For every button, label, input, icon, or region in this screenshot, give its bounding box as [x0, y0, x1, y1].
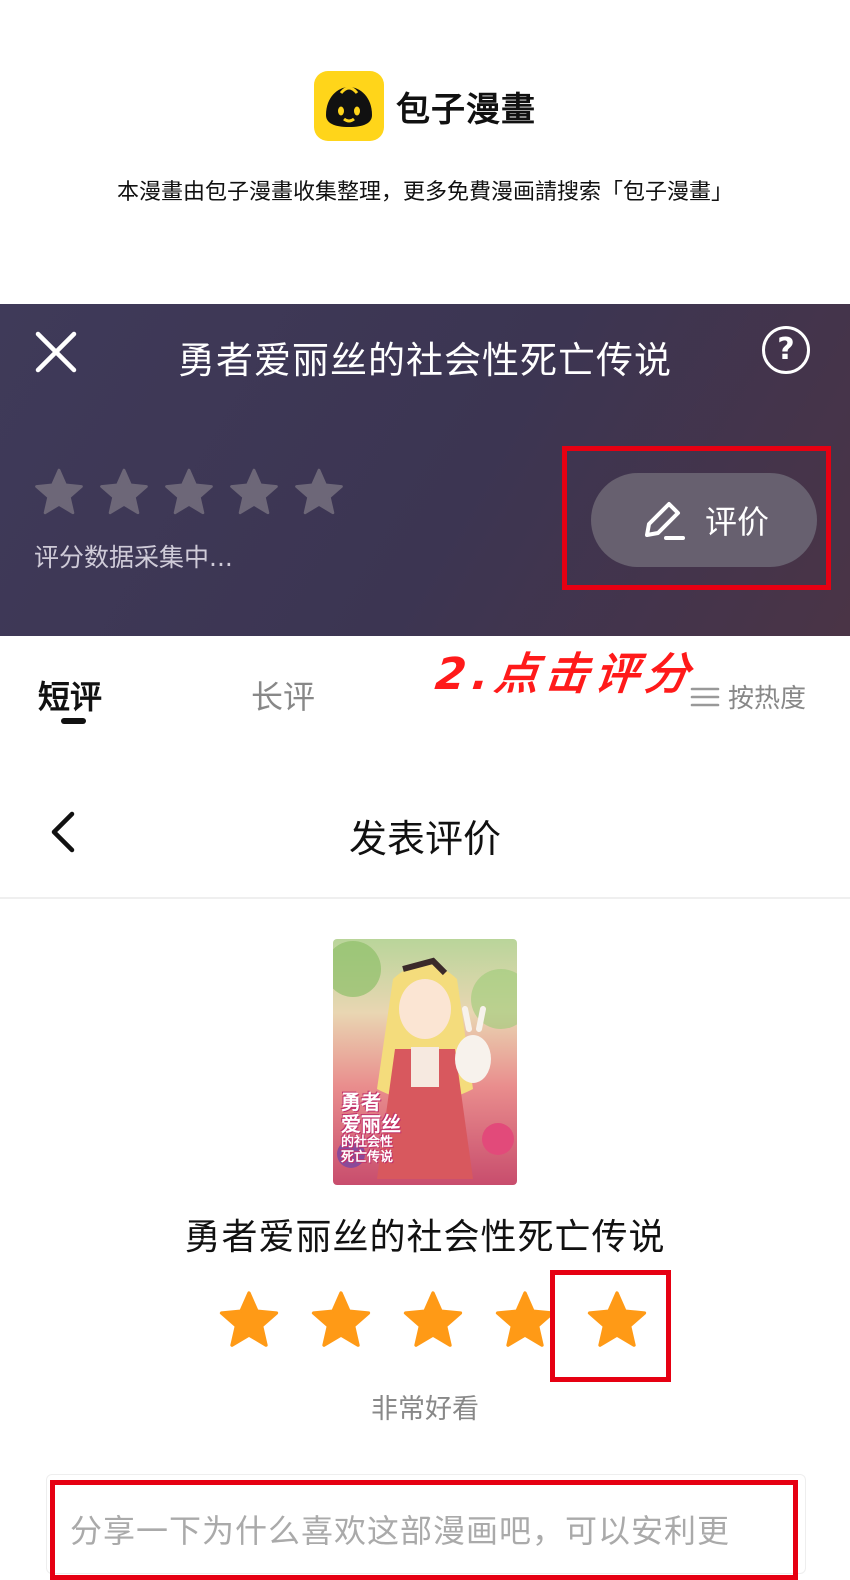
sort-button[interactable]: 按热度: [690, 678, 806, 715]
header-title: 勇者爱丽丝的社会性死亡传说: [178, 339, 672, 382]
brand-notice: 本漫畫由包子漫畫收集整理，更多免費漫画請搜索「包子漫畫」: [116, 180, 733, 205]
star-icon: [165, 468, 213, 515]
rating-status: 评分数据采集中...: [34, 543, 233, 572]
star-icon: [295, 468, 343, 515]
star-icon: [35, 468, 83, 515]
highlight-comment-box: [50, 1480, 798, 1580]
cover-title-art: 勇者 爱丽丝 的社会性 死亡传说: [341, 1090, 401, 1165]
divider: [0, 897, 850, 899]
publish-review-title: 发表评价: [348, 817, 501, 861]
active-tab-indicator: [61, 718, 86, 724]
highlight-rate-button: [562, 446, 831, 590]
help-button[interactable]: ?: [762, 326, 810, 374]
brand-header: 包子漫畫: [0, 70, 850, 142]
tab-short-review[interactable]: 短评: [38, 672, 102, 718]
rating-label: 非常好看: [371, 1394, 479, 1425]
tutorial-annotation: 2.点击评分: [432, 649, 698, 700]
baozi-logo-icon: [314, 71, 384, 141]
rating-star-3-icon[interactable]: [400, 1288, 466, 1354]
rating-star-1-icon[interactable]: [216, 1288, 282, 1354]
comic-title: 勇者爱丽丝的社会性死亡传说: [184, 1217, 666, 1258]
sort-label: 按热度: [728, 684, 807, 714]
highlight-fifth-star: [550, 1270, 671, 1382]
close-icon: [35, 331, 77, 373]
comic-cover: 勇者 爱丽丝 的社会性 死亡传说: [333, 939, 517, 1185]
rating-star-4-icon[interactable]: [492, 1288, 558, 1354]
menu-lines-icon: [690, 687, 720, 706]
brand-name: 包子漫畫: [396, 89, 536, 130]
help-icon: ?: [777, 332, 795, 367]
close-button[interactable]: [28, 324, 84, 380]
rating-star-2-icon[interactable]: [308, 1288, 374, 1354]
header-star-rating: [32, 466, 346, 520]
tab-long-review[interactable]: 长评: [251, 672, 315, 718]
star-icon: [100, 468, 148, 515]
star-icon: [230, 468, 278, 515]
